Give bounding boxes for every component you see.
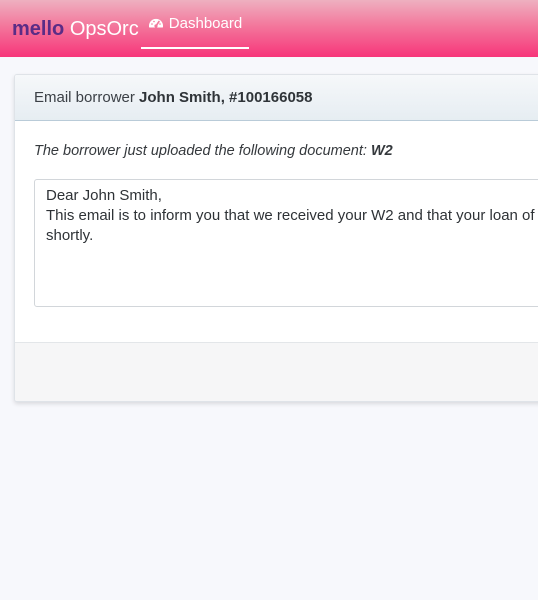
- tab-dashboard[interactable]: Dashboard: [141, 0, 249, 49]
- email-borrower-panel: Email borrower John Smith, #100166058 Th…: [14, 74, 538, 402]
- email-body-textarea[interactable]: Dear John Smith, This email is to inform…: [34, 179, 538, 307]
- dashboard-gauge-icon: [148, 16, 164, 32]
- app-logo[interactable]: mello OpsOrc: [12, 17, 139, 41]
- tab-dashboard-label: Dashboard: [168, 15, 243, 32]
- top-navbar: mello OpsOrc Dashboard: [0, 0, 538, 57]
- panel-header: Email borrower John Smith, #100166058: [15, 75, 538, 121]
- upload-notice-text: The borrower just uploaded the following…: [34, 143, 367, 159]
- document-name: W2: [370, 143, 393, 159]
- header-prefix: Email borrower: [34, 89, 135, 106]
- borrower-name: John Smith, #100166058: [139, 89, 313, 106]
- panel-footer: [15, 342, 538, 401]
- brand-mello: mello: [12, 18, 65, 40]
- brand-opsorc: OpsOrc: [69, 18, 139, 40]
- upload-notice: The borrower just uploaded the following…: [34, 143, 393, 159]
